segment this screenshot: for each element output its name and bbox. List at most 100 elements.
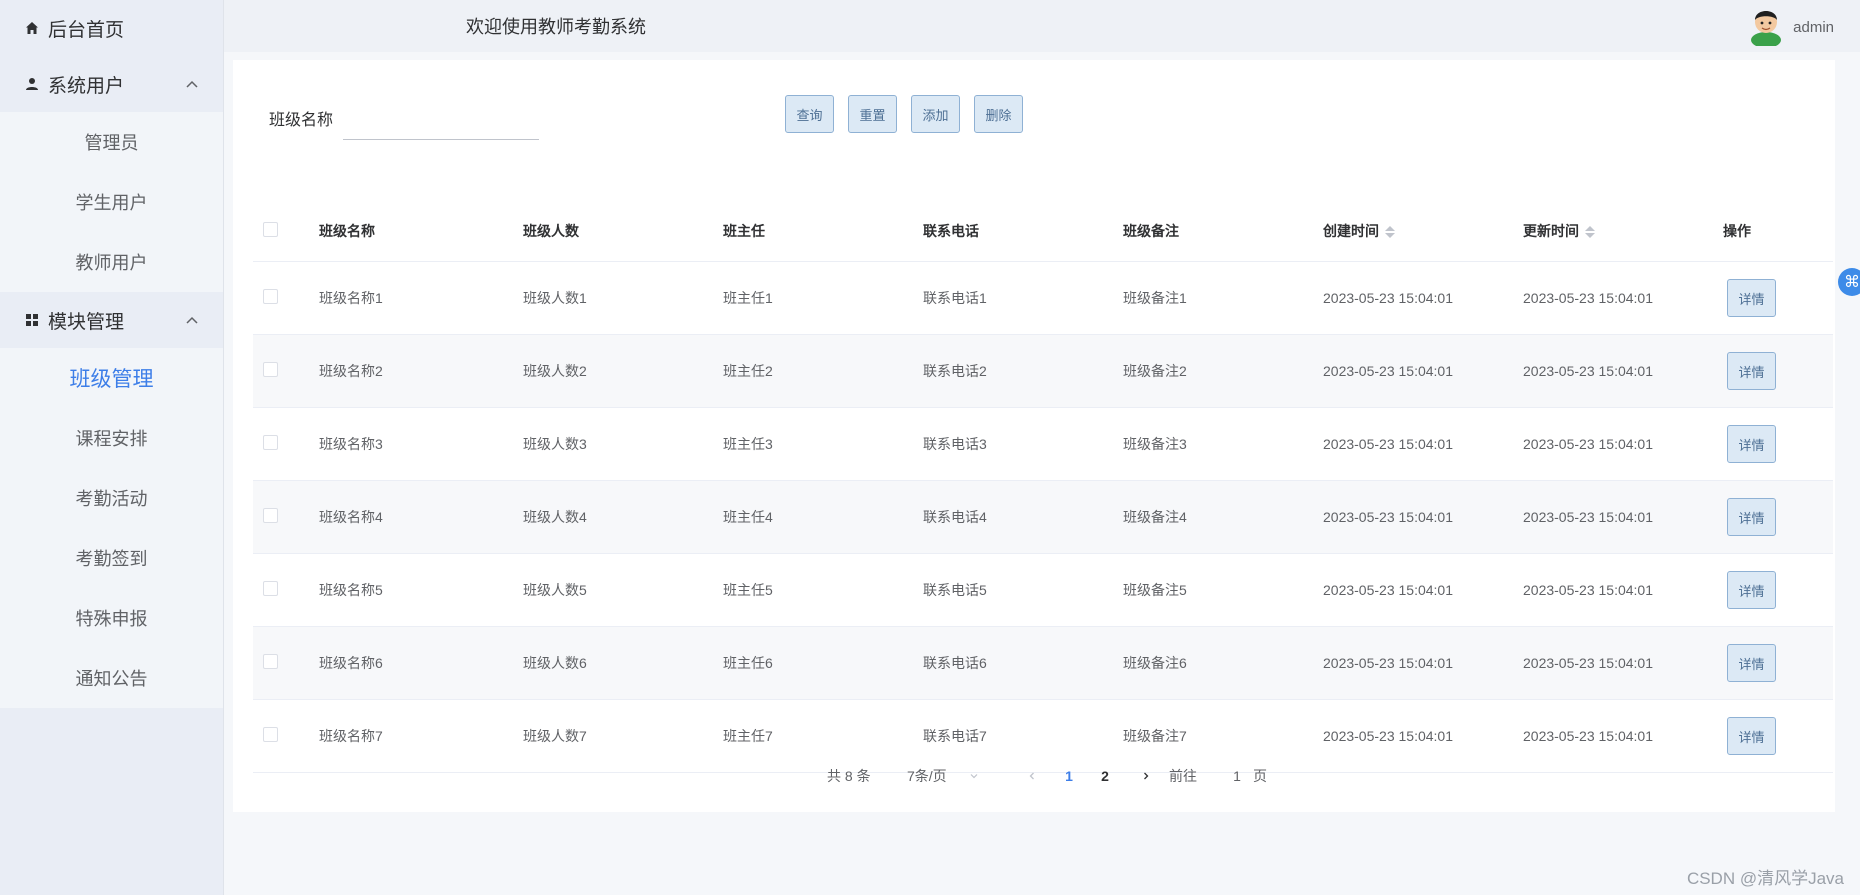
table-cell: 班级备注6 (1123, 655, 1187, 671)
table-cell: 班主任1 (723, 290, 773, 306)
class-name-input[interactable] (343, 96, 540, 140)
table-cell: 班级人数5 (523, 582, 587, 598)
floating-tool-icon[interactable]: ⌘ (1838, 268, 1860, 296)
sidebar-group-system-users[interactable]: 系统用户 (0, 56, 223, 112)
search-form: 班级名称 (269, 96, 540, 140)
column-header-created[interactable]: 创建时间 (1323, 221, 1523, 241)
delete-button[interactable]: 删除 (974, 95, 1023, 133)
table-cell: 联系电话1 (923, 290, 987, 306)
table-row[interactable]: 班级名称6 班级人数6 班主任6 联系电话6 班级备注6 2023-05-23 15:04… (253, 627, 1833, 700)
table-cell: 联系电话3 (923, 436, 987, 452)
table-cell: 2023-05-23 15:04:01 (1323, 363, 1453, 379)
page-size-select[interactable]: 7条/页 (907, 766, 1013, 786)
search-label: 班级名称 (269, 112, 334, 129)
row-checkbox[interactable] (263, 581, 278, 596)
column-header: 班级备注 (1123, 222, 1179, 239)
goto-page-input[interactable]: 1 (1221, 768, 1253, 784)
detail-button[interactable]: 详情 (1727, 352, 1776, 390)
table-body: 班级名称1 班级人数1 班主任1 联系电话1 班级备注1 2023-05-23 15:04… (253, 262, 1833, 773)
prev-page-icon[interactable] (1013, 768, 1051, 784)
sidebar-group-modules[interactable]: 模块管理 (0, 292, 223, 348)
sort-icon[interactable] (1385, 225, 1395, 238)
table-row[interactable]: 班级名称5 班级人数5 班主任5 联系电话5 班级备注5 2023-05-23 15:04… (253, 554, 1833, 627)
sidebar-item-notice[interactable]: 通知公告 (0, 648, 223, 708)
row-checkbox[interactable] (263, 508, 278, 523)
query-button[interactable]: 查询 (785, 95, 834, 133)
user-menu[interactable]: admin (1747, 4, 1834, 50)
column-header: 班级人数 (523, 222, 579, 239)
avatar (1747, 4, 1785, 50)
row-checkbox[interactable] (263, 435, 278, 450)
goto-label: 前往 (1169, 768, 1197, 784)
sort-icon[interactable] (1585, 225, 1595, 238)
column-header-updated[interactable]: 更新时间 (1523, 221, 1723, 241)
row-checkbox[interactable] (263, 362, 278, 377)
pagination: 共 8 条 7条/页 1 2 前往 1 页 (827, 764, 1283, 788)
chevron-up-icon (185, 312, 199, 334)
table-cell: 班级名称6 (319, 655, 383, 671)
row-checkbox[interactable] (263, 727, 278, 742)
detail-button[interactable]: 详情 (1727, 717, 1776, 755)
detail-button[interactable]: 详情 (1727, 498, 1776, 536)
table-cell: 2023-05-23 15:04:01 (1523, 582, 1653, 598)
row-checkbox[interactable] (263, 654, 278, 669)
detail-button[interactable]: 详情 (1727, 571, 1776, 609)
page-number[interactable]: 1 (1051, 768, 1087, 784)
table-cell: 班级名称2 (319, 363, 383, 379)
add-button[interactable]: 添加 (911, 95, 960, 133)
table-cell: 2023-05-23 15:04:01 (1323, 436, 1453, 452)
table-cell: 2023-05-23 15:04:01 (1523, 436, 1653, 452)
table-cell: 班级名称3 (319, 436, 383, 452)
sidebar-item-special-report[interactable]: 特殊申报 (0, 588, 223, 648)
sidebar-item-class-management[interactable]: 班级管理 (0, 348, 223, 408)
table-cell: 班级名称4 (319, 509, 383, 525)
table-header-row: 班级名称 班级人数 班主任 联系电话 班级备注 创建时间 更新时间 操作 (253, 200, 1833, 262)
reset-button[interactable]: 重置 (848, 95, 897, 133)
column-header-label: 创建时间 (1323, 222, 1379, 239)
detail-button[interactable]: 详情 (1727, 425, 1776, 463)
sidebar-item-attendance-activity[interactable]: 考勤活动 (0, 468, 223, 528)
sidebar-group-label: 模块管理 (48, 311, 125, 333)
table-cell: 2023-05-23 15:04:01 (1523, 290, 1653, 306)
table-row[interactable]: 班级名称1 班级人数1 班主任1 联系电话1 班级备注1 2023-05-23 15:04… (253, 262, 1833, 335)
column-header: 班级名称 (319, 222, 375, 239)
table-row[interactable]: 班级名称7 班级人数7 班主任7 联系电话7 班级备注7 2023-05-23 15:04… (253, 700, 1833, 773)
table-cell: 联系电话5 (923, 582, 987, 598)
table-cell: 2023-05-23 15:04:01 (1323, 655, 1453, 671)
detail-button[interactable]: 详情 (1727, 279, 1776, 317)
table-cell: 班级备注5 (1123, 582, 1187, 598)
page-number[interactable]: 2 (1087, 768, 1123, 784)
home-icon (24, 20, 40, 36)
table-cell: 班级人数2 (523, 363, 587, 379)
class-table: 班级名称 班级人数 班主任 联系电话 班级备注 创建时间 更新时间 操作 班级名… (253, 200, 1833, 773)
table-cell: 班级人数4 (523, 509, 587, 525)
table-row[interactable]: 班级名称4 班级人数4 班主任4 联系电话4 班级备注4 2023-05-23 15:04… (253, 481, 1833, 554)
detail-button[interactable]: 详情 (1727, 644, 1776, 682)
select-all-checkbox[interactable] (263, 221, 278, 237)
table-cell: 班主任3 (723, 436, 773, 452)
table-row[interactable]: 班级名称3 班级人数3 班主任3 联系电话3 班级备注3 2023-05-23 15:04… (253, 408, 1833, 481)
table-row[interactable]: 班级名称2 班级人数2 班主任2 联系电话2 班级备注2 2023-05-23 15:04… (253, 335, 1833, 408)
next-page-icon[interactable] (1123, 768, 1169, 784)
table-cell: 班级备注4 (1123, 509, 1187, 525)
sidebar-item-home[interactable]: 后台首页 (0, 0, 223, 56)
table-cell: 班级名称5 (319, 582, 383, 598)
watermark: CSDN @清风学Java (1686, 869, 1844, 888)
page-title: 欢迎使用教师考勤系统 (466, 17, 646, 37)
sidebar-item-attendance-signin[interactable]: 考勤签到 (0, 528, 223, 588)
sidebar-item-teacher-users[interactable]: 教师用户 (0, 232, 223, 292)
sidebar-item-student-users[interactable]: 学生用户 (0, 172, 223, 232)
sidebar-item-course-schedule[interactable]: 课程安排 (0, 408, 223, 468)
row-checkbox[interactable] (263, 289, 278, 304)
username: admin (1793, 18, 1834, 36)
page-size-value: 7条/页 (907, 768, 947, 784)
top-header: 欢迎使用教师考勤系统 admin (224, 0, 1860, 52)
sidebar: 后台首页 系统用户 管理员 学生用户 教师用户 模块管理 班级管理 课程安排 考… (0, 0, 224, 895)
table-cell: 2023-05-23 15:04:01 (1523, 655, 1653, 671)
table-cell: 2023-05-23 15:04:01 (1323, 728, 1453, 744)
sidebar-item-admin[interactable]: 管理员 (0, 112, 223, 172)
table-cell: 班级备注7 (1123, 728, 1187, 744)
pagination-total: 共 8 条 (827, 768, 871, 784)
main-card: 班级名称 查询 重置 添加 删除 班级名称 班级人数 班主任 联系电话 班级备注… (233, 60, 1835, 812)
table-cell: 班级备注1 (1123, 290, 1187, 306)
